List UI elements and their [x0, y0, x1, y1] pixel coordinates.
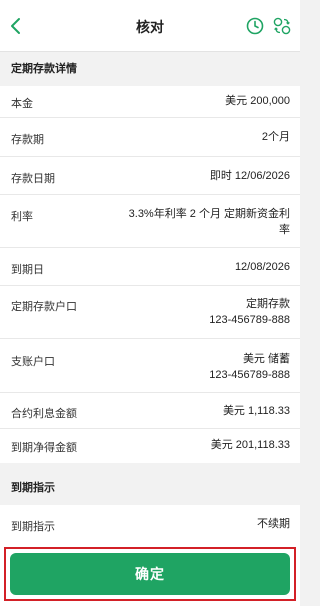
row-interest: 合约利息金额 美元 1,118.33 — [0, 393, 300, 429]
principal-value: 美元 200,000 — [225, 95, 290, 107]
currency-exchange-icon[interactable] — [272, 16, 292, 36]
top-bar: 核对 — [0, 0, 300, 52]
interest-label: 合约利息金额 — [11, 408, 77, 420]
section-header-maturity: 到期指示 — [0, 471, 300, 505]
deposit-account-type: 定期存款 — [246, 298, 290, 310]
maturity-date-label: 到期日 — [11, 264, 44, 276]
maturity-instruction-value: 不续期 — [257, 518, 290, 530]
payment-account-label: 支账户口 — [11, 356, 55, 368]
deposit-date-value: 即时 12/06/2026 — [209, 170, 290, 182]
details-panel: 本金 美元 200,000 存款期 2个月 存款日期 即时 12/06/2026… — [0, 86, 300, 463]
term-value: 2个月 — [261, 131, 290, 143]
row-deposit-account: 定期存款户口 定期存款 123-456789-888 — [0, 286, 300, 339]
rate-value-line1: 3.3%年利率 2 个月 定期新资金利 — [128, 208, 290, 220]
payment-account-number: 123-456789-888 — [209, 369, 290, 381]
row-net-amount: 到期净得金额 美元 201,118.33 — [0, 429, 300, 463]
net-amount-value: 美元 201,118.33 — [210, 439, 290, 451]
confirm-button[interactable]: 确定 — [10, 553, 290, 595]
row-term: 存款期 2个月 — [0, 118, 300, 157]
rate-label: 利率 — [11, 211, 33, 223]
payment-account-type: 美元 储蓄 — [242, 353, 290, 365]
term-label: 存款期 — [11, 134, 44, 146]
maturity-instruction-label: 到期指示 — [11, 521, 55, 533]
deposit-account-label: 定期存款户口 — [11, 301, 77, 313]
section-header-details: 定期存款详情 — [0, 52, 300, 86]
row-rate: 利率 3.3%年利率 2 个月 定期新资金利 率 — [0, 195, 300, 248]
principal-label: 本金 — [11, 98, 33, 110]
interest-value: 美元 1,118.33 — [222, 405, 290, 417]
row-maturity-date: 到期日 12/08/2026 — [0, 248, 300, 286]
maturity-date-value: 12/08/2026 — [234, 261, 290, 273]
maturity-panel: 到期指示 不续期 — [0, 505, 300, 543]
row-deposit-date: 存款日期 即时 12/06/2026 — [0, 157, 300, 195]
row-payment-account: 支账户口 美元 储蓄 123-456789-888 — [0, 339, 300, 393]
clock-icon[interactable] — [246, 17, 264, 35]
deposit-account-number: 123-456789-888 — [209, 314, 290, 326]
deposit-date-label: 存款日期 — [11, 173, 55, 185]
rate-value-line2: 率 — [279, 224, 290, 236]
net-amount-label: 到期净得金额 — [11, 442, 77, 454]
row-principal: 本金 美元 200,000 — [0, 86, 300, 118]
row-maturity-instruction: 到期指示 不续期 — [0, 505, 300, 543]
